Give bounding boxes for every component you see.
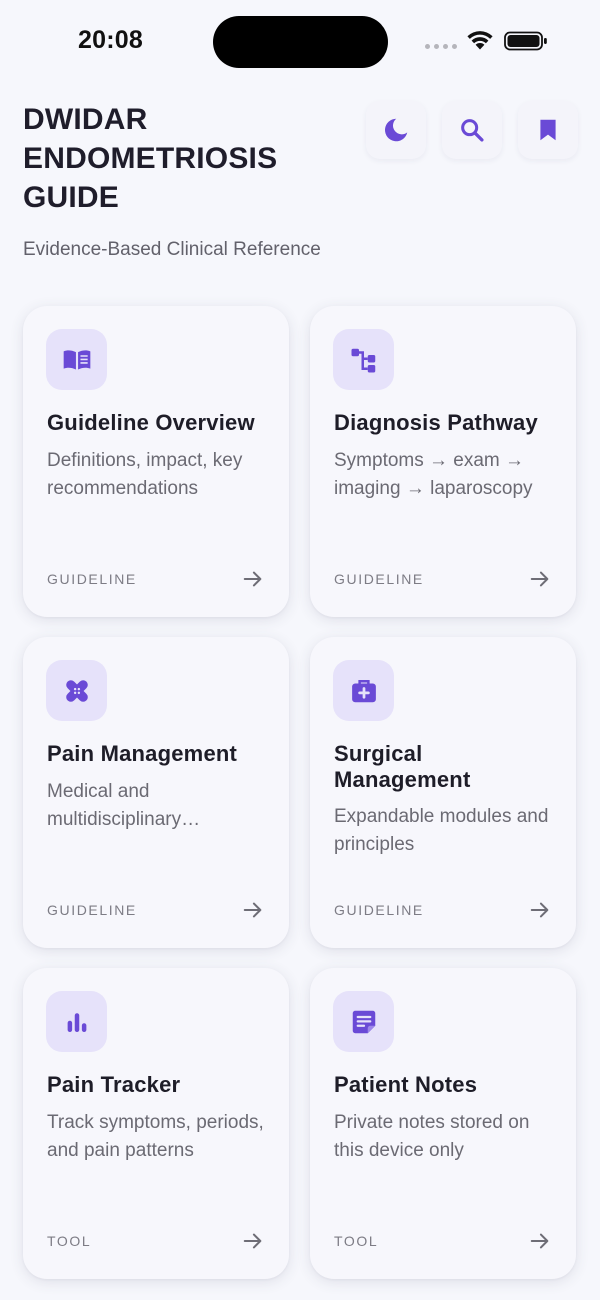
status-bar: 20:08 bbox=[0, 0, 600, 84]
card-description: Expandable modules and principles bbox=[334, 806, 549, 855]
arrow-right-icon bbox=[530, 902, 549, 918]
card-tag: GUIDELINE bbox=[47, 571, 137, 587]
app-title: DWIDAR ENDOMETRIOSIS GUIDE bbox=[23, 103, 278, 214]
card-title: Surgical Management bbox=[334, 741, 471, 792]
card-title: Patient Notes bbox=[334, 1072, 478, 1097]
card-description: Definitions, impact, key recommendations bbox=[47, 450, 243, 499]
search-icon bbox=[461, 119, 484, 142]
card-tag: TOOL bbox=[47, 1233, 92, 1249]
card-title: Guideline Overview bbox=[47, 410, 255, 435]
arrow-right-icon bbox=[530, 571, 549, 587]
card-icon-container bbox=[333, 329, 394, 390]
app-header: DWIDAR ENDOMETRIOSIS GUIDE Evidence-Base… bbox=[23, 100, 353, 264]
card-surgical-management[interactable]: Surgical Management Expandable modules a… bbox=[310, 637, 576, 948]
card-icon-container bbox=[333, 660, 394, 721]
card-description: Medical and multidisciplinary approaches bbox=[47, 781, 182, 830]
note-icon bbox=[352, 1010, 375, 1033]
medical-kit-icon bbox=[351, 679, 376, 702]
moon-icon bbox=[385, 118, 408, 142]
card-description: Symptoms → exam → imaging → laparoscopy bbox=[334, 450, 533, 499]
card-tag: TOOL bbox=[334, 1233, 379, 1249]
dynamic-island bbox=[213, 16, 388, 68]
card-title: Pain Tracker bbox=[47, 1072, 181, 1097]
header-actions bbox=[366, 101, 578, 159]
theme-toggle-button[interactable] bbox=[366, 101, 426, 159]
card-diagnosis-pathway[interactable]: Diagnosis Pathway Symptoms → exam → imag… bbox=[310, 306, 576, 617]
card-pain-management[interactable]: Pain Management Medical and multidiscipl… bbox=[23, 637, 289, 948]
bandage-icon bbox=[65, 679, 88, 702]
card-pain-tracker[interactable]: Pain Tracker Track symptoms, periods, an… bbox=[23, 968, 289, 1279]
bookmark-icon bbox=[540, 119, 556, 141]
card-description: Track symptoms, periods, and pain patter… bbox=[47, 1112, 264, 1161]
wifi-icon bbox=[467, 31, 493, 50]
cellular-signal-icon bbox=[425, 44, 457, 49]
bar-chart-icon bbox=[67, 1012, 86, 1032]
arrow-right-icon bbox=[243, 1233, 262, 1249]
arrow-right-icon bbox=[530, 1233, 549, 1249]
card-title: Pain Management bbox=[47, 741, 238, 766]
card-description: Private notes stored on this device only bbox=[334, 1112, 530, 1161]
card-icon-container bbox=[46, 660, 107, 721]
card-tag: GUIDELINE bbox=[47, 902, 137, 918]
card-title: Diagnosis Pathway bbox=[334, 410, 538, 435]
arrow-right-icon bbox=[243, 902, 262, 918]
card-tag: GUIDELINE bbox=[334, 571, 424, 587]
arrow-right-icon bbox=[243, 571, 262, 587]
card-icon-container bbox=[333, 991, 394, 1052]
battery-icon bbox=[504, 31, 547, 51]
card-guideline-overview[interactable]: Guideline Overview Definitions, impact, … bbox=[23, 306, 289, 617]
card-icon-container bbox=[46, 329, 107, 390]
module-grid: Guideline Overview Definitions, impact, … bbox=[23, 306, 576, 1279]
app-subtitle: Evidence-Based Clinical Reference bbox=[23, 239, 321, 260]
card-icon-container bbox=[46, 991, 107, 1052]
flowchart-icon bbox=[351, 348, 375, 372]
status-time: 20:08 bbox=[78, 26, 143, 54]
card-tag: GUIDELINE bbox=[334, 902, 424, 918]
bookmarks-button[interactable] bbox=[518, 101, 578, 159]
search-button[interactable] bbox=[442, 101, 502, 159]
card-patient-notes[interactable]: Patient Notes Private notes stored on th… bbox=[310, 968, 576, 1279]
book-icon bbox=[63, 349, 90, 369]
